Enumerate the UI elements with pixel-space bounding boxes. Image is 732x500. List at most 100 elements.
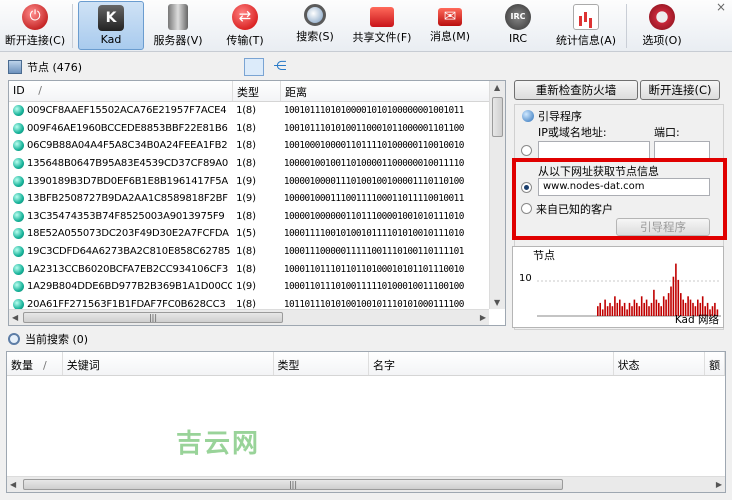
graph-bar (601, 309, 604, 316)
graph-bar (623, 302, 626, 316)
column-header-status[interactable]: 状态 (614, 352, 706, 375)
node-row[interactable]: 009F46AE1960BCCEDE8853BBF22E81B6 1(8) 1001… (9, 120, 489, 138)
node-row[interactable]: 13C35474353B74F8525003A9013975F9 1(8) 1000… (9, 208, 489, 226)
node-id-cell: 135648B0647B95A83E4539CD37CF89A0 (9, 158, 232, 170)
node-row[interactable]: 18E52A055073DC203F49D30E2A7FCFDA 1(5) 1000… (9, 225, 489, 243)
shared-files-icon (370, 7, 394, 27)
graph-bar (665, 299, 667, 316)
search-table: 数量 / 关键词 类型 名字 状态 额 ◀ ||| ▶ (6, 351, 726, 493)
node-id-cell: 19C3CDFD64A6273BA2C810E858C62785 (9, 246, 232, 258)
url-input[interactable]: www.nodes-dat.com (538, 178, 710, 196)
column-header-type[interactable]: 类型 (233, 81, 281, 101)
nodes-horizontal-scrollbar[interactable]: ◀ ||| ▶ (9, 309, 489, 325)
node-id-cell: 18E52A055073DC203F49D30E2A7FCFDA (9, 228, 232, 240)
node-row[interactable]: 20A61FF271563F1B1FDAF7FC0B628CC3 1(8) 1011… (9, 296, 489, 309)
graph-bar (619, 299, 621, 316)
node-status-icon (13, 298, 24, 309)
graph-plot (537, 263, 721, 317)
graph-bar (604, 299, 606, 316)
network-view-button[interactable]: ⋲ (270, 58, 290, 76)
globe-icon (522, 110, 534, 122)
node-row[interactable]: 009CF8AAEF15502ACA76E21957F7ACE4 1(8) 1001… (9, 102, 489, 120)
nodes-vertical-scrollbar[interactable]: ▲ ▼ (489, 81, 505, 309)
node-type-cell: 1(8) (236, 298, 256, 309)
kad-nodes-graph: 节点 10 Kad 网络 (512, 246, 724, 328)
disconnect-button[interactable]: 断开连接(C) (2, 1, 68, 50)
graph-bar (616, 302, 619, 316)
node-row[interactable]: 1A29B804DDE6BD977B2B369B1A1D00CC 1(9) 1000… (9, 278, 489, 296)
node-id-cell: 009CF8AAEF15502ACA76E21957F7ACE4 (9, 105, 232, 117)
column-header-type[interactable]: 类型 (274, 352, 369, 375)
node-row[interactable]: 19C3CDFD64A6273BA2C810E858C62785 1(8) 1000… (9, 243, 489, 261)
irc-button[interactable]: IRC (496, 1, 540, 50)
node-row[interactable]: 1390189B3D7BD0EF6B1E8B1961417F5A 1(9) 1000… (9, 172, 489, 190)
node-row[interactable]: 13BFB2508727B9DA2AA1C8589818F2BF 1(9) 1000… (9, 190, 489, 208)
graph-bar (660, 306, 662, 316)
search-horizontal-scrollbar[interactable]: ◀ ||| ▶ (7, 476, 725, 492)
node-id-cell: 1A2313CCB6020BCFA7EB2CC934106CF3 (9, 263, 232, 275)
graph-bar (648, 306, 650, 316)
kad-disconnect-button[interactable]: 断开连接(C) (640, 80, 720, 100)
node-id-cell: 13C35474353B74F8525003A9013975F9 (9, 210, 232, 222)
view-toggle: ⋲ (244, 58, 290, 76)
node-type-cell: 1(5) (236, 228, 256, 240)
close-icon[interactable]: × (716, 0, 726, 14)
shared-files-button[interactable]: 共享文件(F) (348, 1, 416, 50)
transfer-button[interactable]: 传输(T) (218, 1, 272, 50)
graph-bar (672, 276, 675, 316)
node-distance-cell: 10010111010100110001011000001101100 (283, 122, 465, 134)
node-distance-cell: 10000100001110100100100001110110100 (283, 175, 465, 187)
column-header-distance[interactable]: 距离 (281, 81, 501, 101)
current-search-header: 当前搜索 (0) (8, 331, 88, 347)
node-status-icon (13, 246, 24, 258)
node-row[interactable]: 06C9B88A04A4F5A8C34B0A24FEEA1FB2 1(8) 1001… (9, 137, 489, 155)
node-status-icon (13, 193, 24, 205)
options-button[interactable]: 选项(O) (638, 1, 686, 50)
node-row[interactable]: 135648B0647B95A83E4539CD37CF89A0 1(8) 1000… (9, 155, 489, 173)
servers-button[interactable]: 服务器(V) (148, 1, 208, 50)
messages-button[interactable]: 消息(M) (424, 1, 476, 50)
ip-input[interactable] (538, 141, 650, 159)
node-distance-cell: 10000100100110100001100000010011110 (283, 158, 465, 170)
node-distance-cell: 10001110000011111001110100110111101 (283, 246, 465, 258)
graph-bar (655, 299, 658, 316)
port-input[interactable] (654, 141, 710, 159)
node-status-icon (13, 228, 24, 240)
nodes-table-body: 009CF8AAEF15502ACA76E21957F7ACE4 1(8) 1001… (9, 102, 489, 309)
kad-button[interactable]: Kad (78, 1, 144, 50)
node-id-cell: 20A61FF271563F1B1FDAF7FC0B628CC3 (9, 298, 232, 309)
graph-bar (658, 302, 660, 316)
graph-bar (643, 302, 645, 316)
graph-bar (597, 306, 599, 316)
column-header-keyword[interactable]: 关键词 (63, 352, 274, 375)
column-header-count[interactable]: 数量 / (7, 352, 63, 375)
column-header-extra[interactable]: 额 (705, 352, 725, 375)
messages-icon (438, 7, 462, 26)
graph-bar (626, 309, 628, 316)
from-url-radio[interactable] (521, 182, 532, 193)
list-view-button[interactable] (244, 58, 264, 76)
node-distance-cell: 10001111001010010111101010010111010 (283, 228, 465, 240)
graph-bar (667, 293, 670, 316)
node-id-cell: 06C9B88A04A4F5A8C34B0A24FEEA1FB2 (9, 140, 232, 152)
node-row[interactable]: 1A2313CCB6020BCFA7EB2CC934106CF3 1(8) 1000… (9, 260, 489, 278)
ip-radio[interactable] (521, 145, 532, 156)
node-status-icon (13, 210, 24, 222)
messages-label: 消息(M) (429, 30, 471, 43)
bootstrap-button[interactable]: 引导程序 (616, 218, 710, 236)
graph-caption: Kad 网络 (674, 314, 719, 326)
from-known-clients-radio[interactable] (521, 203, 532, 214)
node-distance-cell: 10010111010100001010100000001001011 (283, 105, 465, 117)
graph-bar (614, 296, 616, 316)
graph-bar (650, 302, 653, 316)
node-type-cell: 1(9) (236, 281, 256, 293)
column-header-name[interactable]: 名字 (369, 352, 614, 375)
search-button[interactable]: 搜索(S) (288, 1, 342, 50)
statistics-button[interactable]: 统计信息(A) (554, 1, 618, 50)
recheck-firewall-button[interactable]: 重新检查防火墙 (514, 80, 638, 100)
disconnect-icon (22, 4, 48, 30)
column-header-id[interactable]: ID / (9, 81, 233, 101)
graph-bar (638, 306, 641, 316)
irc-icon (505, 4, 531, 30)
node-type-cell: 1(8) (236, 246, 256, 258)
